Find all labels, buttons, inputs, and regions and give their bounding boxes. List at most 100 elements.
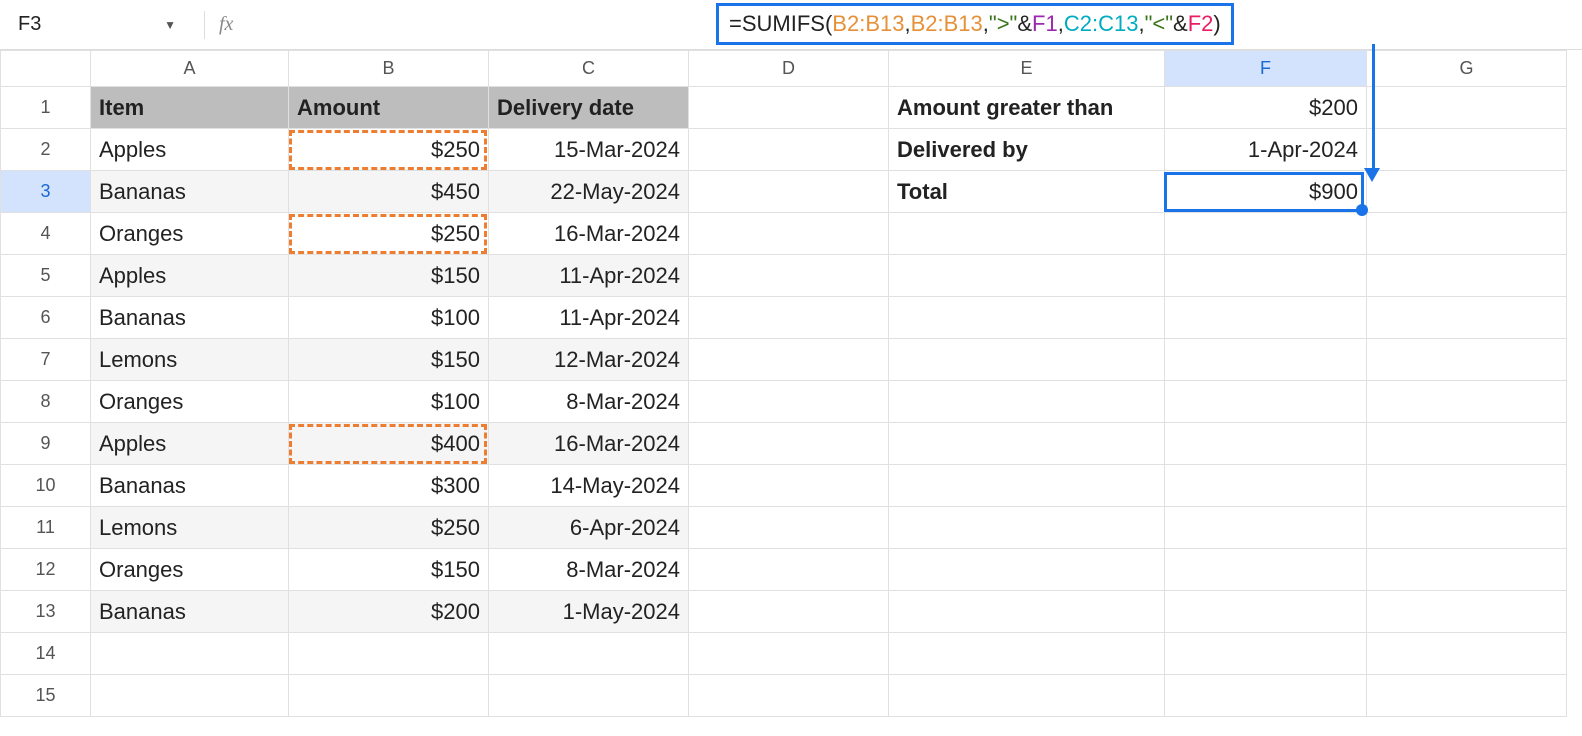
row-header-10[interactable]: 10 [1,465,91,507]
cell-E11[interactable] [889,507,1165,549]
cell-D11[interactable] [689,507,889,549]
row-header-12[interactable]: 12 [1,549,91,591]
cell-G14[interactable] [1367,633,1567,675]
cell-B9[interactable]: $400 [289,423,489,465]
cell-B3[interactable]: $450 [289,171,489,213]
cell-F7[interactable] [1165,339,1367,381]
cell-A12[interactable]: Oranges [91,549,289,591]
row-header-2[interactable]: 2 [1,129,91,171]
cell-C6[interactable]: 11-Apr-2024 [489,297,689,339]
cell-F5[interactable] [1165,255,1367,297]
cell-G13[interactable] [1367,591,1567,633]
cell-G10[interactable] [1367,465,1567,507]
cell-D12[interactable] [689,549,889,591]
row-header-11[interactable]: 11 [1,507,91,549]
cell-D6[interactable] [689,297,889,339]
cell-G2[interactable] [1367,129,1567,171]
cell-A3[interactable]: Bananas [91,171,289,213]
cell-E14[interactable] [889,633,1165,675]
cell-G12[interactable] [1367,549,1567,591]
cell-B5[interactable]: $150 [289,255,489,297]
cell-C2[interactable]: 15-Mar-2024 [489,129,689,171]
cell-B12[interactable]: $150 [289,549,489,591]
cell-C15[interactable] [489,675,689,717]
row-header-5[interactable]: 5 [1,255,91,297]
cell-F4[interactable] [1165,213,1367,255]
cell-E1[interactable]: Amount greater than [889,87,1165,129]
row-header-13[interactable]: 13 [1,591,91,633]
cell-B14[interactable] [289,633,489,675]
cell-B1[interactable]: Amount [289,87,489,129]
cell-F10[interactable] [1165,465,1367,507]
cell-C5[interactable]: 11-Apr-2024 [489,255,689,297]
cell-C3[interactable]: 22-May-2024 [489,171,689,213]
cell-F9[interactable] [1165,423,1367,465]
cell-B15[interactable] [289,675,489,717]
cell-F12[interactable] [1165,549,1367,591]
cell-E2[interactable]: Delivered by [889,129,1165,171]
cell-D3[interactable] [689,171,889,213]
cell-G1[interactable] [1367,87,1567,129]
cell-B6[interactable]: $100 [289,297,489,339]
cell-D8[interactable] [689,381,889,423]
cell-E10[interactable] [889,465,1165,507]
cell-C7[interactable]: 12-Mar-2024 [489,339,689,381]
cell-G9[interactable] [1367,423,1567,465]
cell-F1[interactable]: $200 [1165,87,1367,129]
row-header-14[interactable]: 14 [1,633,91,675]
col-header-F[interactable]: F [1165,51,1367,87]
cell-F13[interactable] [1165,591,1367,633]
cell-D14[interactable] [689,633,889,675]
cell-G11[interactable] [1367,507,1567,549]
cell-F15[interactable] [1165,675,1367,717]
cell-A7[interactable]: Lemons [91,339,289,381]
cell-E8[interactable] [889,381,1165,423]
row-header-4[interactable]: 4 [1,213,91,255]
row-header-3[interactable]: 3 [1,171,91,213]
cell-G7[interactable] [1367,339,1567,381]
cell-G6[interactable] [1367,297,1567,339]
cell-C8[interactable]: 8-Mar-2024 [489,381,689,423]
col-header-B[interactable]: B [289,51,489,87]
cell-G15[interactable] [1367,675,1567,717]
cell-D4[interactable] [689,213,889,255]
cell-D9[interactable] [689,423,889,465]
cell-E5[interactable] [889,255,1165,297]
select-all-corner[interactable] [1,51,91,87]
cell-B13[interactable]: $200 [289,591,489,633]
col-header-D[interactable]: D [689,51,889,87]
cell-E6[interactable] [889,297,1165,339]
cell-E4[interactable] [889,213,1165,255]
cell-F14[interactable] [1165,633,1367,675]
cell-F8[interactable] [1165,381,1367,423]
cell-C11[interactable]: 6-Apr-2024 [489,507,689,549]
cell-C10[interactable]: 14-May-2024 [489,465,689,507]
cell-D13[interactable] [689,591,889,633]
cell-E3[interactable]: Total [889,171,1165,213]
row-header-8[interactable]: 8 [1,381,91,423]
cell-A9[interactable]: Apples [91,423,289,465]
cell-B11[interactable]: $250 [289,507,489,549]
name-box[interactable] [10,9,140,40]
cell-F6[interactable] [1165,297,1367,339]
cell-G3[interactable] [1367,171,1567,213]
cell-E7[interactable] [889,339,1165,381]
cell-C14[interactable] [489,633,689,675]
cell-F11[interactable] [1165,507,1367,549]
cell-B4[interactable]: $250 [289,213,489,255]
cell-B8[interactable]: $100 [289,381,489,423]
col-header-A[interactable]: A [91,51,289,87]
cell-D5[interactable] [689,255,889,297]
cell-D10[interactable] [689,465,889,507]
cell-A10[interactable]: Bananas [91,465,289,507]
cell-F2[interactable]: 1-Apr-2024 [1165,129,1367,171]
cell-G8[interactable] [1367,381,1567,423]
row-header-1[interactable]: 1 [1,87,91,129]
col-header-G[interactable]: G [1367,51,1567,87]
row-header-9[interactable]: 9 [1,423,91,465]
cell-C13[interactable]: 1-May-2024 [489,591,689,633]
cell-D7[interactable] [689,339,889,381]
col-header-C[interactable]: C [489,51,689,87]
cell-C9[interactable]: 16-Mar-2024 [489,423,689,465]
cell-C4[interactable]: 16-Mar-2024 [489,213,689,255]
